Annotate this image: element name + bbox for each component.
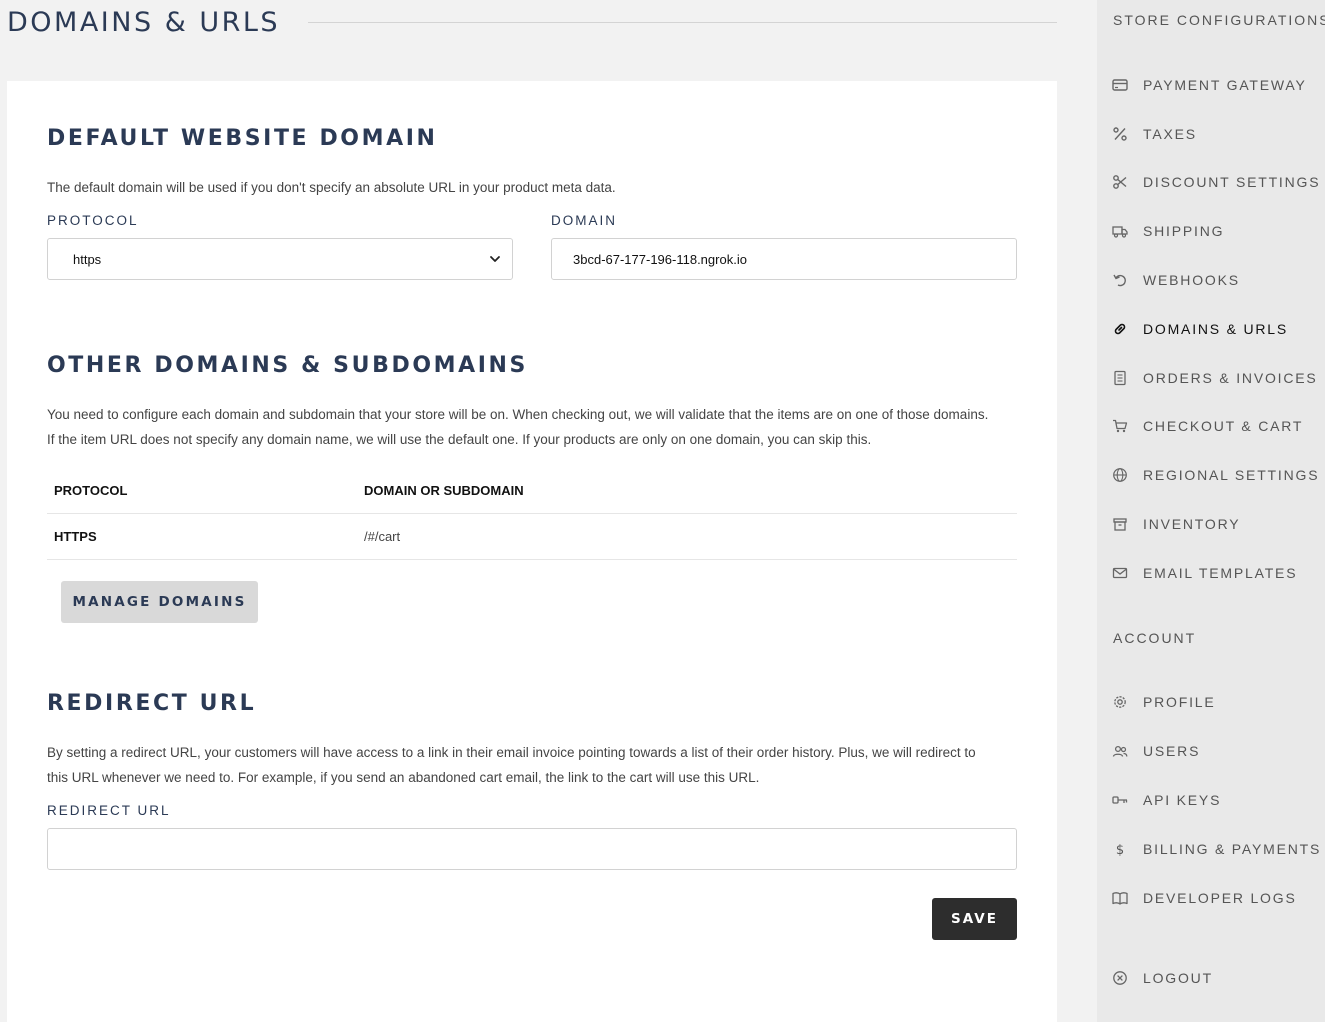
svg-text:$: $ [1116,843,1124,857]
sidebar-item-inventory[interactable]: INVENTORY [1111,509,1325,539]
sidebar-item-label: REGIONAL SETTINGS [1143,467,1320,483]
other-domains-description-line2: If the item URL does not specify any dom… [47,432,872,447]
users-icon [1111,742,1129,760]
sidebar-item-label: INVENTORY [1143,516,1241,532]
redirect-description: By setting a redirect URL, your customer… [47,740,1022,790]
receipt-icon [1111,369,1129,387]
sidebar-item-label: API KEYS [1143,792,1222,808]
sidebar-item-discount-settings[interactable]: DISCOUNT SETTINGS [1111,167,1325,197]
close-circle-icon [1111,969,1129,987]
sidebar-item-webhooks[interactable]: WEBHOOKS [1111,265,1325,295]
store-configurations-heading: STORE CONFIGURATIONS [1113,12,1325,28]
default-domain-heading: DEFAULT WEBSITE DOMAIN [47,126,438,151]
domains-table: PROTOCOL DOMAIN OR SUBDOMAIN HTTPS /#/ca… [47,468,1017,560]
percent-icon [1111,125,1129,143]
redirect-url-label: REDIRECT URL [47,803,171,818]
table-header-protocol: PROTOCOL [54,483,128,498]
table-row: HTTPS /#/cart [47,514,1017,560]
sidebar-item-shipping[interactable]: SHIPPING [1111,216,1325,246]
table-header-row: PROTOCOL DOMAIN OR SUBDOMAIN [47,468,1017,514]
save-button[interactable]: SAVE [932,898,1017,940]
globe-icon [1111,466,1129,484]
sidebar-item-billing-payments[interactable]: $ BILLING & PAYMENTS [1111,834,1325,864]
redirect-heading: REDIRECT URL [47,691,257,716]
protocol-select-value: https [73,251,102,267]
key-icon [1111,791,1129,809]
link-icon [1111,320,1129,338]
sidebar-item-label: ORDERS & INVOICES [1143,370,1318,386]
sidebar-item-domains-urls[interactable]: DOMAINS & URLS [1111,314,1325,344]
other-domains-description: You need to configure each domain and su… [47,402,1022,452]
sidebar-item-label: WEBHOOKS [1143,272,1240,288]
settings-sidebar: STORE CONFIGURATIONS PAYMENT GATEWAY TAX… [1097,0,1325,1022]
credit-card-icon [1111,76,1129,94]
undo-arrow-icon [1111,271,1129,289]
sidebar-item-developer-logs[interactable]: DEVELOPER LOGS [1111,883,1325,913]
domain-input-value: 3bcd-67-177-196-118.ngrok.io [573,251,747,267]
protocol-select[interactable]: https [47,238,513,280]
main-card: DEFAULT WEBSITE DOMAIN The default domai… [7,81,1057,1022]
envelope-icon [1111,564,1129,582]
logout-label: LOGOUT [1143,970,1213,986]
other-domains-heading: OTHER DOMAINS & SUBDOMAINS [47,353,528,378]
sidebar-item-taxes[interactable]: TAXES [1111,119,1325,149]
other-domains-description-line1: You need to configure each domain and su… [47,407,989,422]
redirect-url-input[interactable] [47,828,1017,870]
truck-icon [1111,222,1129,240]
scissors-icon [1111,173,1129,191]
domain-label: DOMAIN [551,213,617,228]
sidebar-item-label: DEVELOPER LOGS [1143,890,1297,906]
manage-domains-button[interactable]: MANAGE DOMAINS [61,581,258,623]
default-domain-description: The default domain will be used if you d… [47,180,616,195]
sidebar-item-profile[interactable]: PROFILE [1111,687,1325,717]
sidebar-item-label: CHECKOUT & CART [1143,418,1304,434]
sidebar-item-label: BILLING & PAYMENTS [1143,841,1322,857]
sidebar-item-label: EMAIL TEMPLATES [1143,565,1298,581]
gear-icon [1111,693,1129,711]
sidebar-item-orders-invoices[interactable]: ORDERS & INVOICES [1111,363,1325,393]
domain-input[interactable]: 3bcd-67-177-196-118.ngrok.io [551,238,1017,280]
cart-icon [1111,417,1129,435]
sidebar-item-api-keys[interactable]: API KEYS [1111,785,1325,815]
account-heading: ACCOUNT [1113,630,1197,646]
page-title: DOMAINS & URLS [7,6,281,38]
table-cell-protocol: HTTPS [54,529,97,544]
sidebar-item-label: USERS [1143,743,1201,759]
redirect-description-line2: this URL whenever we need to. For exampl… [47,770,760,785]
redirect-description-line1: By setting a redirect URL, your customer… [47,745,976,760]
sidebar-item-email-templates[interactable]: EMAIL TEMPLATES [1111,558,1325,588]
sidebar-item-regional-settings[interactable]: REGIONAL SETTINGS [1111,460,1325,490]
dollar-icon: $ [1111,840,1129,858]
sidebar-item-label: PAYMENT GATEWAY [1143,77,1307,93]
page-header: DOMAINS & URLS [7,4,1057,40]
table-header-domain: DOMAIN OR SUBDOMAIN [364,483,524,498]
sidebar-item-label: TAXES [1143,126,1197,142]
sidebar-item-payment-gateway[interactable]: PAYMENT GATEWAY [1111,70,1325,100]
sidebar-item-label: PROFILE [1143,694,1216,710]
sidebar-item-logout[interactable]: LOGOUT [1111,963,1325,993]
sidebar-item-users[interactable]: USERS [1111,736,1325,766]
sidebar-item-label: DOMAINS & URLS [1143,321,1288,337]
chevron-down-icon [490,256,500,262]
table-cell-domain: /#/cart [364,529,401,544]
book-icon [1111,889,1129,907]
sidebar-item-label: SHIPPING [1143,223,1225,239]
protocol-label: PROTOCOL [47,213,139,228]
box-icon [1111,515,1129,533]
header-divider [308,21,1057,23]
sidebar-item-label: DISCOUNT SETTINGS [1143,174,1321,190]
sidebar-item-checkout-cart[interactable]: CHECKOUT & CART [1111,411,1325,441]
